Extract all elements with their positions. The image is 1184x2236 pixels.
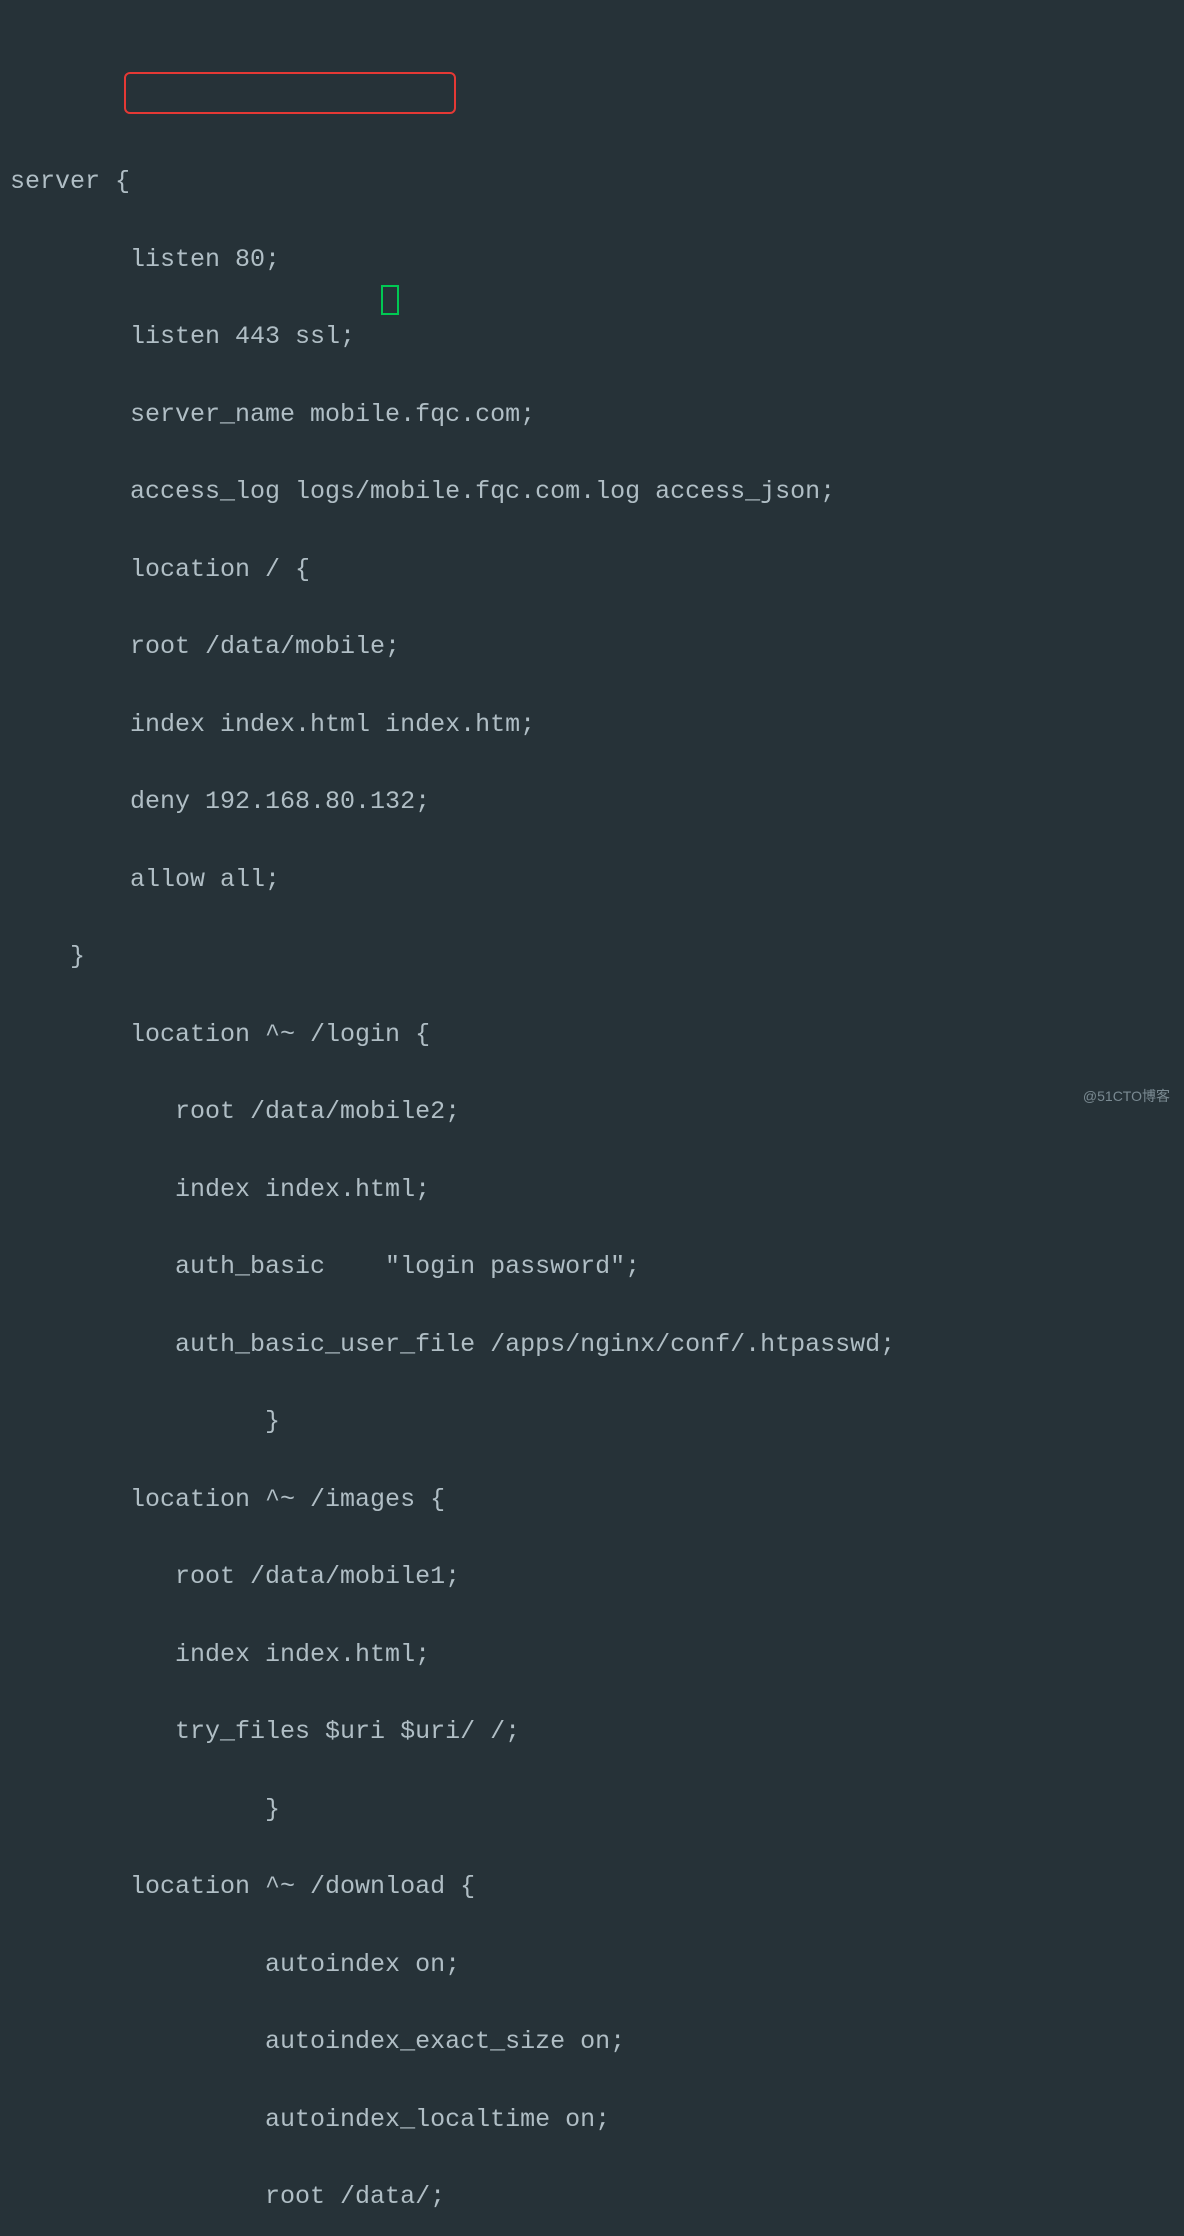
highlight-box-red: [124, 72, 456, 114]
watermark-text: @51CTO博客: [1083, 1086, 1170, 1108]
code-line-highlighted: listen 443 ssl;: [10, 318, 1184, 357]
code-line: autoindex on;: [10, 1946, 1184, 1985]
code-line: index index.html;: [10, 1171, 1184, 1210]
code-line: deny 192.168.80.132;: [10, 783, 1184, 822]
code-line: try_files $uri $uri/ /;: [10, 1713, 1184, 1752]
code-line: allow all;: [10, 861, 1184, 900]
code-line: root /data/mobile1;: [10, 1558, 1184, 1597]
code-line: location ^~ /login {: [10, 1016, 1184, 1055]
code-line: auth_basic "login password";: [10, 1248, 1184, 1287]
code-line: }: [10, 1791, 1184, 1830]
code-line: index index.html index.htm;: [10, 706, 1184, 745]
code-line: listen 80;: [10, 241, 1184, 280]
code-line: location / {: [10, 551, 1184, 590]
code-line: root /data/mobile;: [10, 628, 1184, 667]
code-line: }: [10, 1403, 1184, 1442]
code-line: }: [10, 938, 1184, 977]
code-line: server_name mobile.fqc.com;: [10, 396, 1184, 435]
code-line: root /data/mobile2;: [10, 1093, 1184, 1132]
code-line: autoindex_localtime on;: [10, 2101, 1184, 2140]
code-line: auth_basic_user_file /apps/nginx/conf/.h…: [10, 1326, 1184, 1365]
code-line: server {: [10, 163, 1184, 202]
code-line: location ^~ /download {: [10, 1868, 1184, 1907]
code-line: access_log logs/mobile.fqc.com.log acces…: [10, 473, 1184, 512]
code-line: root /data/;: [10, 2178, 1184, 2217]
highlight-box-green: [381, 285, 399, 315]
code-line: autoindex_exact_size on;: [10, 2023, 1184, 2062]
code-line: location ^~ /images {: [10, 1481, 1184, 1520]
code-line: index index.html;: [10, 1636, 1184, 1675]
